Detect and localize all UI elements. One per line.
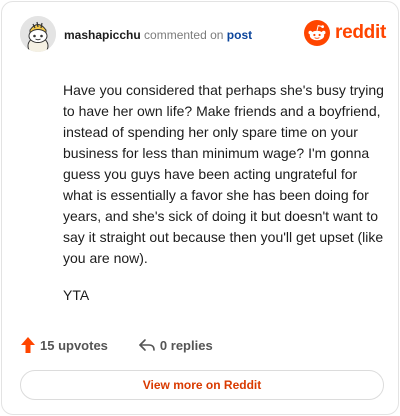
view-more-button[interactable]: View more on Reddit	[20, 370, 384, 400]
replies-button[interactable]: 0 replies	[138, 337, 213, 353]
reply-arrow-icon	[138, 337, 156, 353]
user-avatar[interactable]	[20, 16, 56, 52]
username-link[interactable]: mashapicchu	[64, 28, 141, 42]
embedded-comment-card: mashapicchu commented on post reddit Hav…	[1, 1, 399, 415]
snoo-avatar-icon	[20, 16, 56, 52]
comment-actions: 15 upvotes 0 replies	[20, 335, 213, 355]
comment-meta: mashapicchu commented on post	[64, 27, 252, 43]
commented-on-label: commented on	[144, 28, 224, 42]
post-link[interactable]: post	[227, 28, 252, 42]
reddit-logo-icon	[304, 20, 331, 46]
comment-paragraph: YTA	[63, 287, 90, 303]
comment-paragraph: Have you considered that perhaps she's b…	[63, 82, 384, 266]
comment-header: mashapicchu commented on post reddit	[20, 16, 386, 54]
comment-body: Have you considered that perhaps she's b…	[63, 80, 389, 322]
reply-count: 0 replies	[159, 337, 213, 353]
upvote-button[interactable]: 15 upvotes	[20, 336, 108, 354]
upvote-count: 15 upvotes	[40, 337, 108, 353]
reddit-wordmark: reddit	[335, 22, 386, 43]
upvote-arrow-icon	[20, 336, 36, 354]
reddit-brand[interactable]: reddit	[304, 20, 386, 46]
